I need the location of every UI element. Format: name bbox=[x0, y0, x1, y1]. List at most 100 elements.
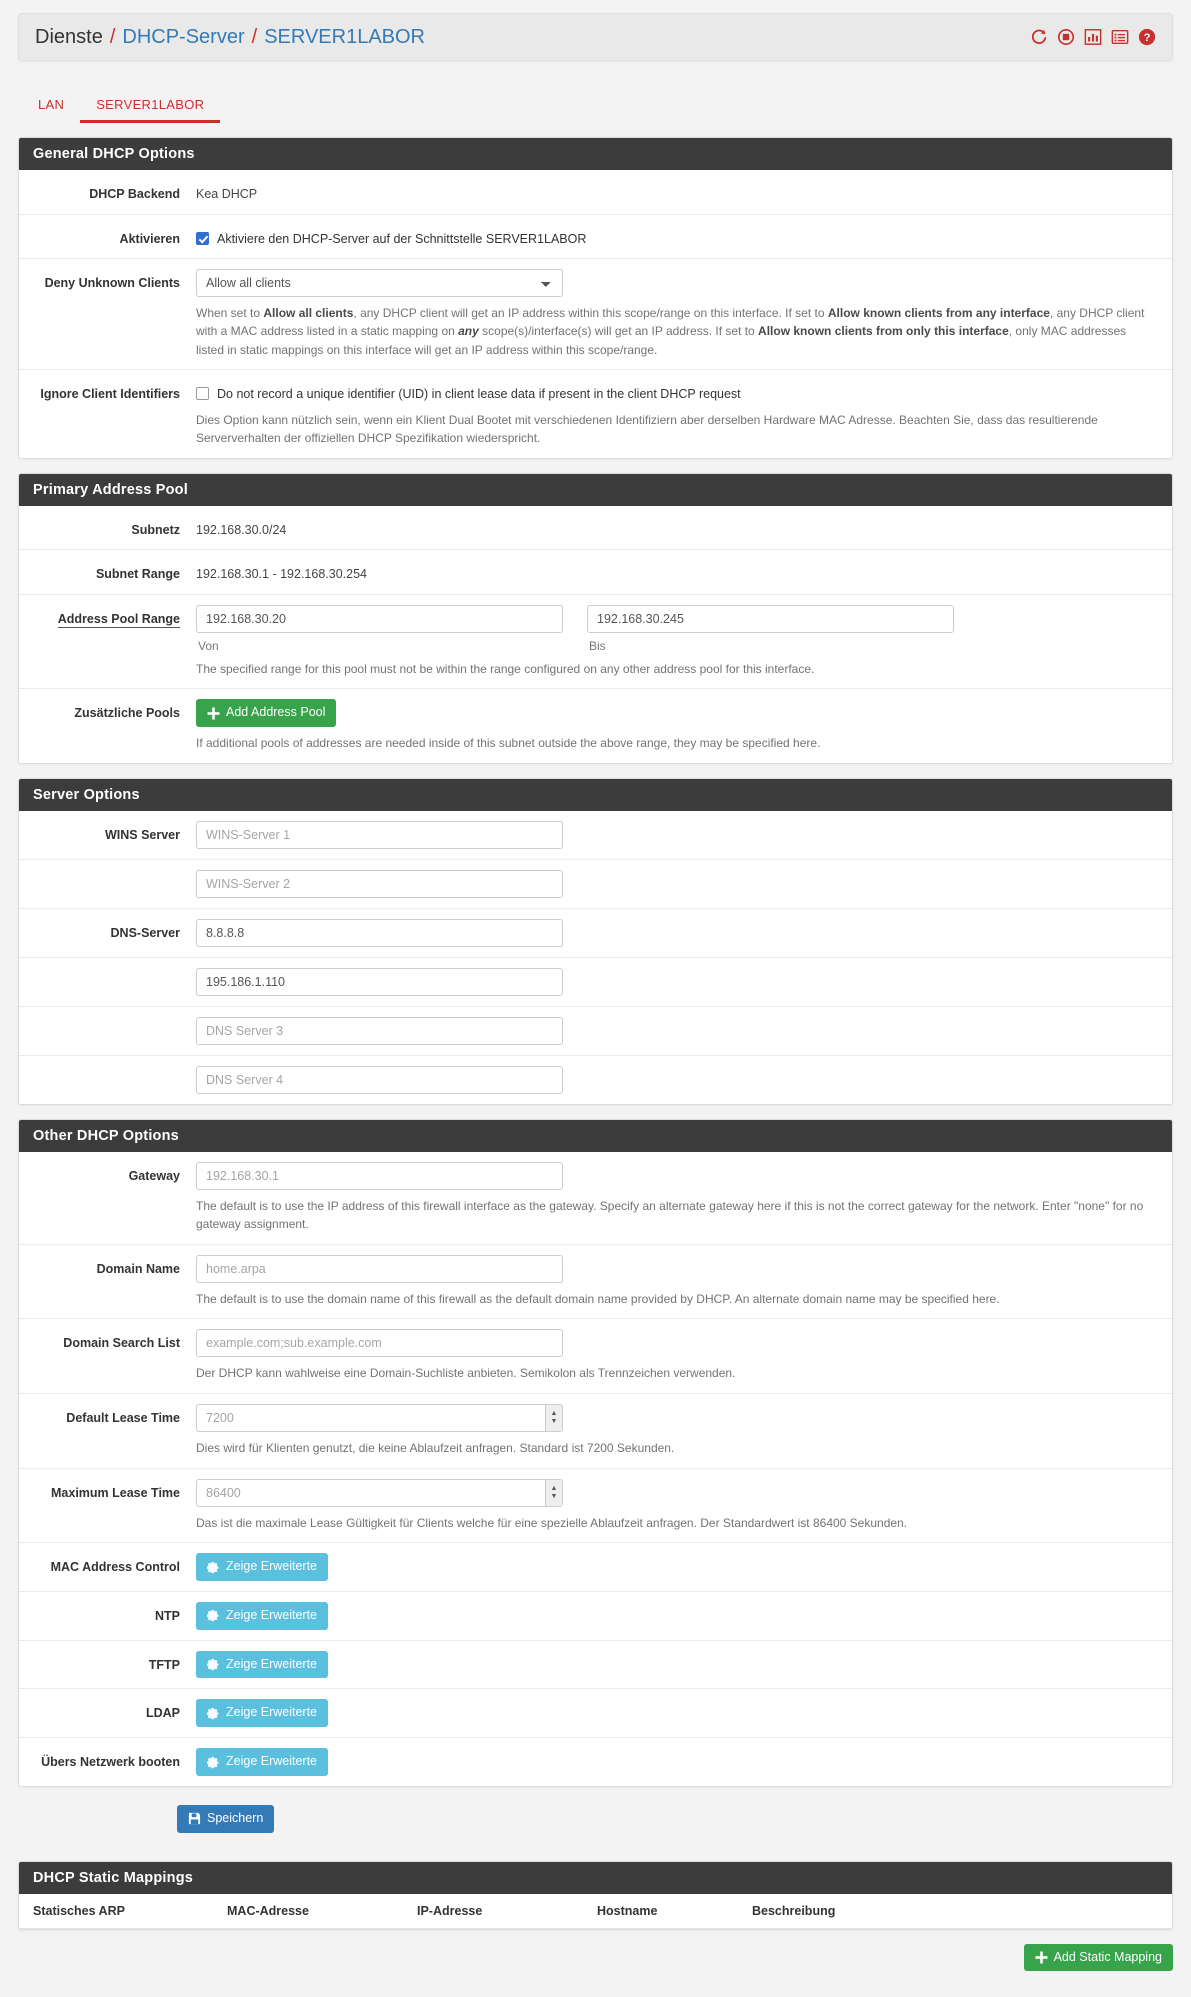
column-beschreibung: Beschreibung bbox=[744, 1893, 1172, 1929]
gear-icon bbox=[207, 1658, 220, 1671]
row-network-booting: Übers Netzwerk booten Zeige Erweiterte bbox=[19, 1738, 1172, 1786]
row-wins-server-2 bbox=[19, 860, 1172, 909]
dns-server-3-input[interactable] bbox=[196, 1016, 563, 1045]
wins-server-1-input[interactable] bbox=[196, 820, 563, 849]
static-mappings-table: Statisches ARP MAC-Adresse IP-Adresse Ho… bbox=[19, 1893, 1172, 1929]
address-pool-range-from-input[interactable] bbox=[196, 604, 563, 633]
panel-body-general: DHCP Backend Kea DHCP Aktivieren Aktivie… bbox=[19, 170, 1172, 458]
value-subnet-range: 192.168.30.1 - 192.168.30.254 bbox=[196, 567, 367, 582]
help-icon[interactable]: ? bbox=[1138, 28, 1156, 46]
panel-title-other-options: Other DHCP Options bbox=[19, 1119, 1172, 1152]
ignore-client-identifiers-label[interactable]: Do not record a unique identifier (UID) … bbox=[217, 385, 741, 403]
maximum-lease-time-stepper[interactable]: ▲ ▼ bbox=[545, 1479, 562, 1506]
panel-server-options: Server Options WINS Server DNS-Server bbox=[18, 777, 1173, 1105]
gear-icon bbox=[207, 1561, 220, 1574]
enable-dhcp-checkbox-label[interactable]: Aktiviere den DHCP-Server auf der Schnit… bbox=[217, 230, 586, 248]
content-domain-search-list: Der DHCP kann wahlweise eine Domain-Such… bbox=[194, 1329, 1172, 1383]
add-static-mapping-label: Add Static Mapping bbox=[1053, 1949, 1162, 1964]
show-advanced-ntp-button[interactable]: Zeige Erweiterte bbox=[196, 1601, 329, 1630]
enable-dhcp-checkbox[interactable] bbox=[196, 231, 209, 245]
label-wins-server: WINS Server bbox=[104, 827, 180, 842]
row-maximum-lease-time: Maximum Lease Time ▲▼ Das ist die maxima… bbox=[19, 1469, 1172, 1544]
label-ignore-client-identifiers: Ignore Client Identifiers bbox=[40, 387, 180, 402]
label-dns-server: DNS-Server bbox=[110, 925, 180, 940]
wins-server-2-input[interactable] bbox=[196, 869, 563, 898]
log-list-icon[interactable] bbox=[1111, 28, 1129, 46]
column-ip-adresse: IP-Adresse bbox=[409, 1893, 589, 1929]
show-advanced-network-booting-button[interactable]: Zeige Erweiterte bbox=[196, 1748, 329, 1776]
label-subnet: Subnetz bbox=[131, 522, 180, 537]
gateway-input[interactable] bbox=[196, 1161, 563, 1190]
plus-icon bbox=[207, 707, 220, 720]
add-address-pool-button[interactable]: Add Address Pool bbox=[196, 699, 337, 728]
content-dns-server-3 bbox=[194, 1016, 1172, 1045]
content-enable: Aktiviere den DHCP-Server auf der Schnit… bbox=[194, 225, 1172, 248]
dns-server-2-input[interactable] bbox=[196, 967, 563, 996]
tab-server1labor[interactable]: SERVER1LABOR bbox=[80, 89, 221, 123]
panel-title-static-mappings: DHCP Static Mappings bbox=[19, 1861, 1172, 1894]
static-mappings-header-row: Statisches ARP MAC-Adresse IP-Adresse Ho… bbox=[19, 1893, 1172, 1929]
value-dhcp-backend: Kea DHCP bbox=[196, 187, 258, 201]
status-chart-icon[interactable] bbox=[1084, 28, 1102, 46]
tab-lan[interactable]: LAN bbox=[22, 89, 80, 123]
content-domain-name: The default is to use the domain name of… bbox=[194, 1254, 1172, 1309]
label-default-lease-time: Default Lease Time bbox=[66, 1411, 180, 1426]
save-button[interactable]: Speichern bbox=[177, 1804, 275, 1833]
ignore-client-identifiers-checkbox[interactable] bbox=[196, 387, 209, 401]
label-additional-pools: Zusätzliche Pools bbox=[74, 706, 180, 721]
deny-unknown-clients-select[interactable]: Allow all clients Allow known clients fr… bbox=[196, 268, 563, 297]
label-range-to: Bis bbox=[589, 638, 606, 653]
value-subnet: 192.168.30.0/24 bbox=[196, 522, 287, 537]
address-pool-range-to-input[interactable] bbox=[587, 604, 954, 633]
breadcrumb-link-dhcp-server[interactable]: DHCP-Server bbox=[122, 26, 244, 49]
label-dns-server-4-spacer bbox=[19, 1066, 194, 1072]
row-address-pool-range: Address Pool Range Von Bis The specified… bbox=[19, 595, 1172, 690]
stop-service-icon[interactable] bbox=[1057, 28, 1075, 46]
add-static-mapping-button[interactable]: Add Static Mapping bbox=[1023, 1943, 1173, 1972]
content-additional-pools: Add Address Pool If additional pools of … bbox=[194, 699, 1172, 752]
content-gateway: The default is to use the IP address of … bbox=[194, 1161, 1172, 1234]
content-dns-server-4 bbox=[194, 1065, 1172, 1094]
row-ignore-client-identifiers: Ignore Client Identifiers Do not record … bbox=[19, 370, 1172, 457]
content-address-pool-range: Von Bis The specified range for this poo… bbox=[194, 604, 1172, 679]
breadcrumb-current[interactable]: SERVER1LABOR bbox=[264, 26, 425, 49]
row-mac-address-control: MAC Address Control Zeige Erweiterte bbox=[19, 1543, 1172, 1592]
content-network-booting: Zeige Erweiterte bbox=[194, 1748, 1172, 1776]
show-advanced-mac-label: Zeige Erweiterte bbox=[226, 1559, 318, 1574]
help-ignore-client-identifiers: Dies Option kann nützlich sein, wenn ein… bbox=[196, 412, 1098, 446]
column-statisches-arp: Statisches ARP bbox=[19, 1893, 219, 1929]
row-domain-search-list: Domain Search List Der DHCP kann wahlwei… bbox=[19, 1319, 1172, 1395]
label-network-booting: Übers Netzwerk booten bbox=[41, 1755, 180, 1770]
domain-name-input[interactable] bbox=[196, 1254, 563, 1283]
content-tftp: Zeige Erweiterte bbox=[194, 1650, 1172, 1679]
save-disk-icon bbox=[188, 1812, 201, 1825]
svg-text:?: ? bbox=[1144, 32, 1151, 44]
breadcrumb-separator-1: / bbox=[109, 25, 116, 48]
content-deny-unknown-clients: Allow all clients Allow known clients fr… bbox=[194, 268, 1172, 360]
dns-server-1-input[interactable] bbox=[196, 918, 563, 947]
row-dns-server-3 bbox=[19, 1007, 1172, 1056]
restart-service-icon[interactable] bbox=[1030, 28, 1048, 46]
column-hostname: Hostname bbox=[589, 1893, 744, 1929]
show-advanced-tftp-label: Zeige Erweiterte bbox=[226, 1656, 318, 1671]
content-subnet-range: 192.168.30.1 - 192.168.30.254 bbox=[194, 560, 1172, 584]
default-lease-time-input[interactable] bbox=[196, 1404, 563, 1433]
maximum-lease-time-input[interactable] bbox=[196, 1478, 563, 1507]
content-ldap: Zeige Erweiterte bbox=[194, 1699, 1172, 1728]
default-lease-time-stepper[interactable]: ▲ ▼ bbox=[545, 1405, 562, 1432]
help-address-pool-range: The specified range for this pool must n… bbox=[196, 661, 815, 676]
panel-body-other-options: Gateway The default is to use the IP add… bbox=[19, 1151, 1172, 1786]
label-range-from: Von bbox=[198, 638, 219, 653]
domain-search-list-input[interactable] bbox=[196, 1329, 563, 1358]
label-dns-server-2-spacer bbox=[19, 968, 194, 974]
label-wins-server-2-spacer bbox=[19, 870, 194, 876]
show-advanced-tftp-button[interactable]: Zeige Erweiterte bbox=[196, 1650, 329, 1679]
row-ldap: LDAP Zeige Erweiterte bbox=[19, 1689, 1172, 1739]
label-domain-name: Domain Name bbox=[96, 1261, 180, 1276]
row-dhcp-backend: DHCP Backend Kea DHCP bbox=[19, 170, 1172, 215]
dns-server-4-input[interactable] bbox=[196, 1065, 563, 1094]
panel-body-primary-pool: Subnetz 192.168.30.0/24 Subnet Range 192… bbox=[19, 505, 1172, 763]
show-advanced-mac-address-control-button[interactable]: Zeige Erweiterte bbox=[196, 1553, 329, 1581]
show-advanced-ldap-button[interactable]: Zeige Erweiterte bbox=[196, 1699, 329, 1728]
row-wins-server-1: WINS Server bbox=[19, 811, 1172, 860]
